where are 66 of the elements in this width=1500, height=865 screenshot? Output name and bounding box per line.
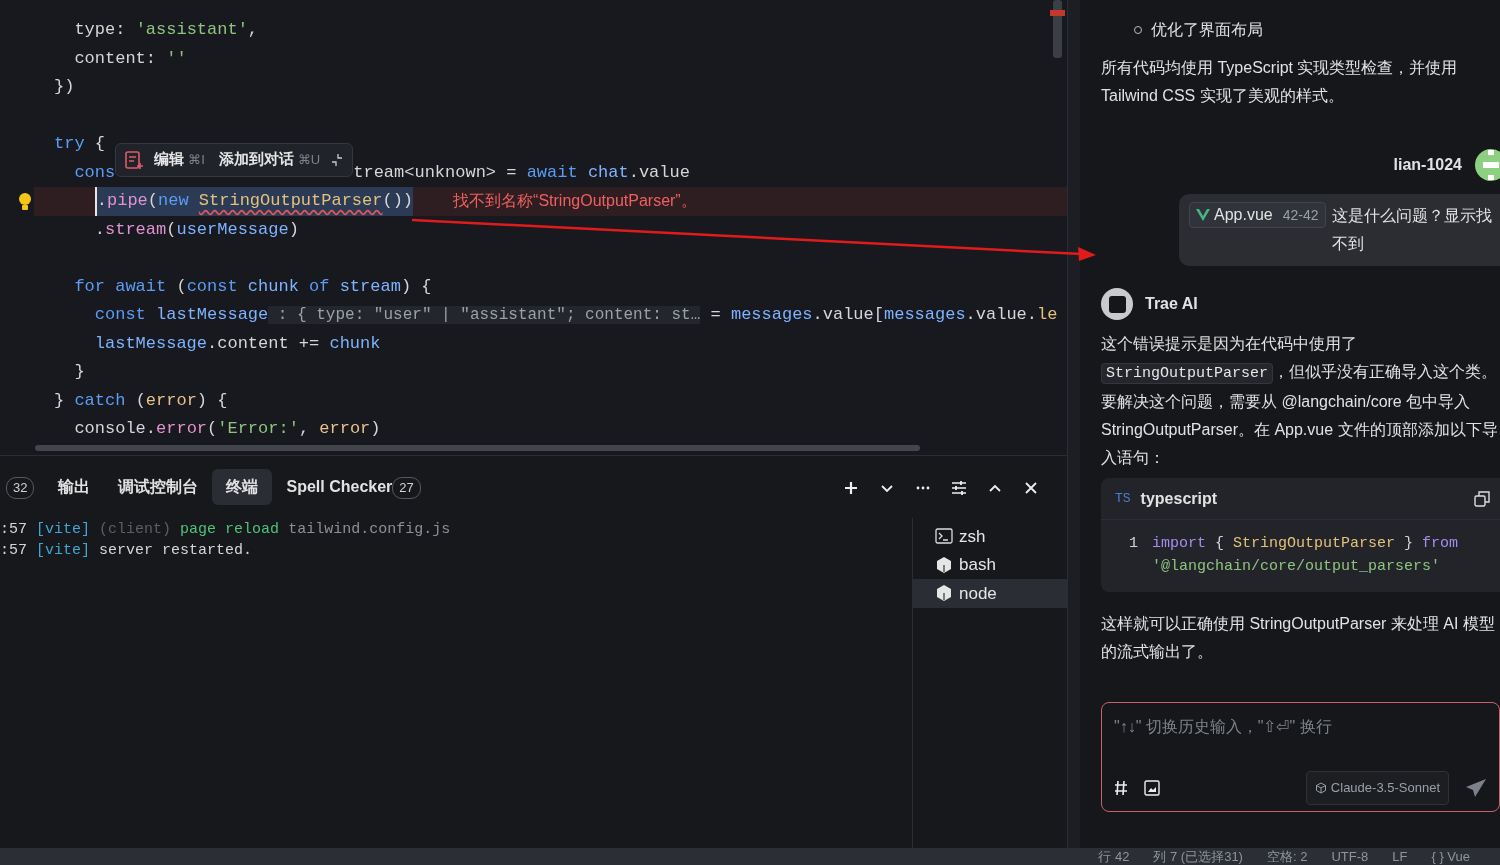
user-name: lian-1024 (1393, 155, 1462, 175)
message-text: 所有代码均使用 TypeScript 实现类型检查，并使用 Tailwind CSS 实现了美观的样式。 (1101, 58, 1459, 106)
sliders-icon[interactable] (951, 479, 967, 496)
language-abbreviation: TS (1115, 489, 1131, 508)
model-selector[interactable]: Claude-3.5-Sonnet (1305, 771, 1449, 805)
selected-code: .pipe(new StringOutputParser()) (94, 187, 414, 216)
panel-tab[interactable]: Spell Checker 27 (272, 469, 435, 505)
close-icon[interactable] (1023, 479, 1039, 496)
toolbar-button[interactable]: 添加到对话 ⌘U (214, 145, 325, 175)
code-line: lastMessage.content += chunk (93, 332, 381, 355)
message-text: 这样就可以正确使用 StringOutputParser 来处理 AI 模型的流式输出了。 (1101, 614, 1496, 662)
status-item[interactable]: LF (1392, 848, 1408, 865)
status-item[interactable]: { } Vue (1431, 848, 1470, 865)
message-text: 这是什么问题？显示找不到 (1331, 206, 1493, 254)
file-chip[interactable]: App.vue 42-42 (1189, 202, 1326, 228)
vue-icon (1196, 209, 1210, 221)
scrollbar[interactable] (35, 445, 920, 451)
terminal-line: :57 [vite] (client) page reload tailwind.config.js (0, 520, 452, 540)
expand-icon[interactable] (330, 152, 345, 167)
status-item[interactable]: 空格: 2 (1266, 848, 1308, 865)
status-item[interactable]: UTF-8 (1331, 848, 1369, 865)
hash-icon[interactable] (1114, 780, 1128, 796)
add-icon[interactable] (843, 479, 859, 496)
line-number: 1 (1129, 534, 1138, 554)
code-line: for await (const chunk of stream) { (73, 275, 432, 298)
terminal-line: :57 [vite] server restarted. (0, 540, 254, 561)
code-line: } (73, 361, 85, 383)
avatar-icon (1474, 148, 1500, 182)
send-icon[interactable] (1465, 778, 1487, 798)
lightbulb-icon[interactable] (18, 192, 32, 212)
code-line: }) (54, 76, 75, 98)
code-line: content: '' (73, 47, 187, 70)
panel-tab[interactable]: 调试控制台 (104, 469, 213, 505)
panel-tab[interactable]: 32 (6, 469, 45, 505)
code-line: .stream(userMessage) (93, 218, 299, 241)
code-line: tream<unknown> = await chat.value (353, 161, 690, 184)
code-line: type: 'assistant', (73, 19, 259, 41)
edit-icon (124, 149, 145, 170)
status-item[interactable]: 行 42 (1098, 848, 1130, 865)
code-line: import { StringOutputParser } from '@langchain/core/output_parsers' (1152, 534, 1460, 577)
message-text: 这个错误提示是因为在代码中使用了 StringOutputParser ，但似乎没有正确导入这个类。要解决这个问题，需要从 @langchain/core 包中导入 StringOutputParser。在 App.vue 文件的顶部添加以下导入语句： (1101, 334, 1499, 468)
image-icon[interactable] (1144, 780, 1160, 796)
terminal-session[interactable]: zsh (913, 522, 1067, 551)
terminal-icon (935, 528, 953, 545)
code-line: try { (54, 133, 105, 155)
hexagon-icon (935, 584, 953, 603)
panel-tab[interactable]: 终端 (212, 469, 273, 505)
error-message: 找不到名称“StringOutputParser”。 (453, 191, 697, 211)
code-line: cons (73, 161, 116, 184)
error-marker (1050, 10, 1065, 16)
list-item: 优化了界面布局 (1151, 20, 1263, 40)
code-line: console.error('Error:', error) (73, 418, 381, 440)
cube-icon (1314, 782, 1327, 794)
avatar-icon (1101, 288, 1133, 320)
toolbar-button[interactable]: 编辑 ⌘I (150, 145, 209, 175)
hexagon-icon (935, 555, 953, 574)
copy-icon[interactable] (1474, 491, 1490, 508)
code-line: } catch (error) { (54, 389, 228, 412)
chat-input[interactable]: "↑↓" 切换历史输入，"⇧⏎" 换行 Claude-3.5-Sonnet (1101, 702, 1500, 812)
panel-tab[interactable]: 输出 (44, 469, 105, 505)
status-item[interactable]: 列 7 (已选择31) (1153, 848, 1243, 865)
language-label: typescript (1140, 488, 1218, 509)
terminal-session[interactable]: node (913, 579, 1067, 608)
code-line: const lastMessage : { type: "user" | "assistant"; content: st… = messages.value[messages.value.le (93, 304, 1058, 326)
assistant-name: Trae AI (1145, 294, 1198, 314)
terminal-session[interactable]: bash (913, 550, 1067, 579)
